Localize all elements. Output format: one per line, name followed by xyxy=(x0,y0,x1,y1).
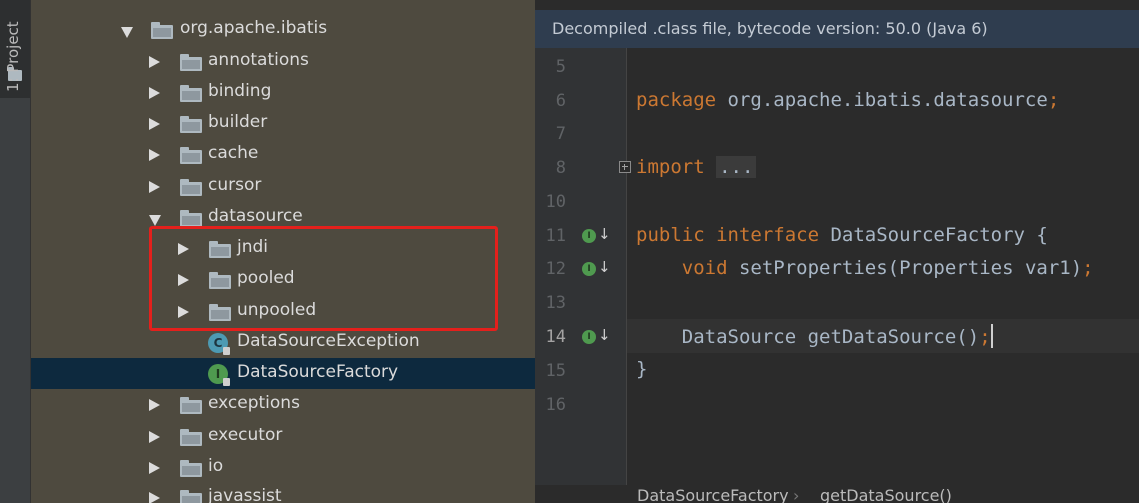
folder-icon xyxy=(180,147,202,164)
code-line-6: package org.apache.ibatis.datasource; xyxy=(636,89,1059,111)
tree-item-builder[interactable]: builder xyxy=(31,108,535,139)
tree-item-annotations[interactable]: annotations xyxy=(31,46,535,77)
keyword: interface xyxy=(716,224,820,246)
chevron-right-icon[interactable] xyxy=(149,149,160,161)
line-number: 13 xyxy=(545,293,566,313)
line-number: 10 xyxy=(545,192,566,212)
project-tool-tab[interactable]: 1: Project xyxy=(0,0,30,98)
breadcrumb-item[interactable]: getDataSource() xyxy=(820,486,952,503)
tree-item-label: io xyxy=(208,456,224,476)
tree-item-executor[interactable]: executor xyxy=(31,421,535,452)
folder-icon xyxy=(151,22,173,39)
tree-item-label: cursor xyxy=(208,175,262,195)
code-line-15: } xyxy=(636,358,648,380)
code-text: DataSourceFactory { xyxy=(819,224,1048,246)
tree-item-label: DataSourceFactory xyxy=(237,362,399,382)
tree-item-label: org.apache.ibatis xyxy=(180,18,328,38)
folder-icon xyxy=(180,116,202,133)
tree-item-label: builder xyxy=(208,112,268,132)
tree-item-io[interactable]: io xyxy=(31,452,535,483)
lock-icon xyxy=(223,378,230,386)
chevron-right-icon[interactable] xyxy=(149,56,160,68)
implemented-icon[interactable]: I xyxy=(582,229,596,243)
code-text: DataSource getDataSource() xyxy=(681,326,980,348)
semicolon: ; xyxy=(1082,257,1094,279)
text-caret xyxy=(990,324,993,348)
code-editor[interactable]: Decompiled .class file, bytecode version… xyxy=(535,0,1139,503)
tree-item-label: binding xyxy=(208,81,272,101)
tree-item-label: cache xyxy=(208,143,259,163)
tree-item-label: annotations xyxy=(208,50,309,70)
chevron-right-icon[interactable] xyxy=(149,431,160,443)
chevron-right-icon[interactable] xyxy=(149,181,160,193)
folder-icon xyxy=(180,397,202,414)
gutter-divider xyxy=(626,48,627,485)
folder-icon xyxy=(180,429,202,446)
folder-icon xyxy=(180,460,202,477)
line-number: 5 xyxy=(555,57,566,77)
line-number: 16 xyxy=(545,395,566,415)
breadcrumb-item[interactable]: DataSourceFactory xyxy=(637,486,789,503)
keyword: package xyxy=(636,89,717,111)
folded-imports[interactable]: ... xyxy=(716,156,757,178)
folder-icon xyxy=(180,54,202,71)
tree-item-javassist[interactable]: javassist xyxy=(31,482,535,503)
tree-item-datasourcefactory[interactable]: I DataSourceFactory xyxy=(31,358,535,389)
line-number: 15 xyxy=(545,361,566,381)
line-number: 11 xyxy=(545,226,566,246)
implemented-icon[interactable]: I xyxy=(582,262,596,276)
implemented-icon[interactable]: I xyxy=(582,330,596,344)
line-number: 12 xyxy=(545,259,566,279)
semicolon: ; xyxy=(1047,89,1060,111)
chevron-right-icon[interactable] xyxy=(149,492,160,503)
breadcrumb-separator: › xyxy=(793,486,800,503)
tree-item-exceptions[interactable]: exceptions xyxy=(31,389,535,420)
line-number-current: 14 xyxy=(545,327,566,347)
tool-window-strip: 1: Project xyxy=(0,0,31,503)
tree-item-label: javassist xyxy=(208,486,282,503)
down-arrow-icon[interactable]: ↓ xyxy=(598,258,611,276)
folder-icon xyxy=(180,490,202,503)
tree-item-datasourceexception[interactable]: C DataSourceException xyxy=(31,327,535,358)
keyword: import xyxy=(636,156,705,178)
line-number: 7 xyxy=(555,124,566,144)
code-text: setProperties(Properties var1) xyxy=(727,257,1083,279)
tree-item-cache[interactable]: cache xyxy=(31,139,535,170)
chevron-down-icon[interactable] xyxy=(149,215,161,226)
tree-item-label: executor xyxy=(208,425,283,445)
folder-icon xyxy=(180,179,202,196)
tree-item-label: datasource xyxy=(208,206,303,226)
code-text: org.apache.ibatis.datasource xyxy=(716,89,1048,111)
semicolon: ; xyxy=(979,326,991,348)
tree-item-label: DataSourceException xyxy=(237,331,420,351)
project-tool-tab-label: 1: Project xyxy=(4,21,22,92)
code-line-12: void setProperties(Properties var1); xyxy=(636,257,1094,279)
tree-item-cursor[interactable]: cursor xyxy=(31,171,535,202)
line-number: 8 xyxy=(555,158,566,178)
tree-item-org-apache-ibatis[interactable]: org.apache.ibatis xyxy=(31,14,535,45)
highlight-annotation-box xyxy=(149,226,498,331)
keyword: void xyxy=(681,257,728,279)
lock-icon xyxy=(223,347,230,355)
line-number: 6 xyxy=(555,91,566,111)
chevron-right-icon[interactable] xyxy=(149,118,160,130)
folder-icon xyxy=(180,210,202,227)
tree-item-binding[interactable]: binding xyxy=(31,77,535,108)
code-line-8: import ... xyxy=(636,156,757,178)
down-arrow-icon[interactable]: ↓ xyxy=(598,326,611,344)
chevron-right-icon[interactable] xyxy=(149,87,160,99)
chevron-down-icon[interactable] xyxy=(121,27,133,38)
chevron-right-icon[interactable] xyxy=(149,399,160,411)
keyword: public xyxy=(636,224,705,246)
code-line-14: DataSource getDataSource(); xyxy=(636,324,993,348)
folder-icon xyxy=(180,85,202,102)
fold-expand-icon[interactable] xyxy=(619,161,631,173)
tree-item-label: exceptions xyxy=(208,393,300,413)
down-arrow-icon[interactable]: ↓ xyxy=(598,225,611,243)
decompiled-banner: Decompiled .class file, bytecode version… xyxy=(535,10,1139,48)
breadcrumb: DataSourceFactory › getDataSource() xyxy=(535,485,1139,503)
chevron-right-icon[interactable] xyxy=(149,462,160,474)
code-line-11: public interface DataSourceFactory { xyxy=(636,224,1048,246)
